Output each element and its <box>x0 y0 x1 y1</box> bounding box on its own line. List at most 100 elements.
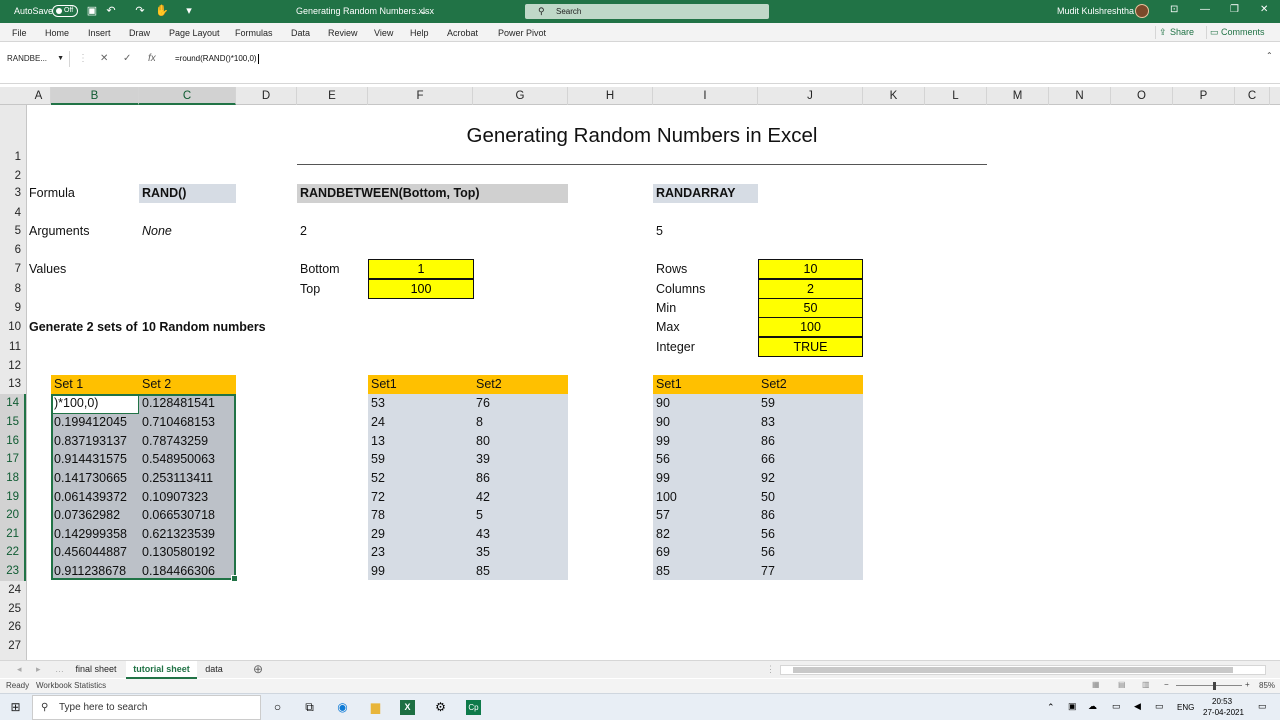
table-cell[interactable]: 100 <box>656 488 677 507</box>
formula-input[interactable]: =round(RAND()*100,0) <box>175 51 259 67</box>
tab-view[interactable]: View <box>374 28 393 38</box>
column-header[interactable]: J <box>758 87 863 105</box>
autosave-toggle[interactable]: Off <box>52 5 78 17</box>
zoom-in-icon[interactable]: + <box>1245 680 1250 689</box>
column-heading[interactable]: Set2 <box>476 375 502 394</box>
table-cell[interactable]: 56 <box>761 543 775 562</box>
rand-args-cell[interactable]: None <box>142 222 172 241</box>
search-box[interactable]: ⚲ Search <box>525 4 769 19</box>
row-header[interactable]: 14 <box>0 394 26 413</box>
randarray-name-cell[interactable]: RANDARRAY <box>653 184 758 203</box>
table-cell[interactable]: 50 <box>761 488 775 507</box>
redo-icon[interactable]: ↷ <box>134 5 146 17</box>
file-explorer-icon[interactable]: ▆ <box>368 700 383 715</box>
insert-function-icon[interactable]: fx <box>148 51 156 67</box>
row-header[interactable]: 18 <box>0 469 26 488</box>
table-cell[interactable]: 85 <box>656 562 670 581</box>
max-value-cell[interactable]: 100 <box>758 317 863 337</box>
table-cell[interactable]: 57 <box>656 506 670 525</box>
settings-gear-icon[interactable]: ⚙ <box>433 700 448 715</box>
rows-label[interactable]: Rows <box>656 260 687 279</box>
table-cell[interactable]: 99 <box>656 469 670 488</box>
table-cell[interactable]: 78 <box>371 506 385 525</box>
table-cell[interactable]: 43 <box>476 525 490 544</box>
table-cell[interactable]: 99 <box>656 432 670 451</box>
task-view-icon[interactable]: ⧉ <box>302 700 317 715</box>
column-header[interactable]: P <box>1173 87 1235 105</box>
battery-icon[interactable]: ▭ <box>1155 701 1164 712</box>
table-cell[interactable]: 90 <box>656 413 670 432</box>
column-heading[interactable]: Set1 <box>656 375 682 394</box>
generate-label[interactable]: Generate 2 sets of <box>29 318 137 337</box>
row-header[interactable]: 19 <box>0 488 26 507</box>
name-box[interactable]: RANDBE... ▼ <box>4 51 70 67</box>
table-cell[interactable]: 8 <box>476 413 483 432</box>
network-icon[interactable]: ▭ <box>1112 701 1121 712</box>
column-header[interactable]: B <box>51 87 139 105</box>
table-cell[interactable]: 23 <box>371 543 385 562</box>
arguments-label[interactable]: Arguments <box>29 222 89 241</box>
tab-formulas[interactable]: Formulas <box>235 28 273 38</box>
restore-icon[interactable]: ❐ <box>1230 4 1239 15</box>
collapse-formula-bar-icon[interactable]: ⌃ <box>1266 51 1273 60</box>
table-cell[interactable]: 52 <box>371 469 385 488</box>
tab-acrobat[interactable]: Acrobat <box>447 28 478 38</box>
min-label[interactable]: Min <box>656 299 676 318</box>
taskbar-search[interactable]: ⚲ Type here to search <box>32 695 261 720</box>
column-header[interactable]: A <box>27 87 51 105</box>
table-cell[interactable]: 59 <box>761 394 775 413</box>
top-value-cell[interactable]: 100 <box>368 279 474 299</box>
column-heading[interactable]: Set 1 <box>54 375 83 394</box>
row-header[interactable]: 6 <box>0 241 26 260</box>
row-header[interactable]: 12 <box>0 357 26 376</box>
table-cell[interactable]: 80 <box>476 432 490 451</box>
row-header[interactable]: 20 <box>0 506 26 525</box>
table-cell[interactable]: 86 <box>761 506 775 525</box>
table-cell[interactable]: 42 <box>476 488 490 507</box>
avatar[interactable] <box>1135 4 1149 18</box>
formula-label[interactable]: Formula <box>29 184 75 203</box>
sheet-options-icon[interactable]: ⋮ <box>766 664 775 675</box>
row-header[interactable]: 26 <box>0 618 26 637</box>
table-cell[interactable]: 13 <box>371 432 385 451</box>
row-header[interactable]: 27 <box>0 637 26 656</box>
tab-file[interactable]: File <box>12 28 27 38</box>
table-cell[interactable]: 35 <box>476 543 490 562</box>
save-icon[interactable]: ▣ <box>86 5 98 17</box>
row-header[interactable]: 5 <box>0 222 26 241</box>
sheet-tab-data[interactable]: data <box>198 661 230 679</box>
table-cell[interactable]: 86 <box>761 432 775 451</box>
cancel-icon[interactable]: ✕ <box>100 51 108 67</box>
undo-icon[interactable]: ↶ <box>105 5 117 17</box>
column-header[interactable]: D <box>236 87 297 105</box>
row-header[interactable]: 17 <box>0 450 26 469</box>
row-header[interactable]: 22 <box>0 543 26 562</box>
column-heading[interactable]: Set1 <box>371 375 397 394</box>
column-header[interactable]: I <box>653 87 758 105</box>
page-break-view-icon[interactable]: ▥ <box>1142 680 1150 689</box>
tab-power-pivot[interactable]: Power Pivot <box>498 28 546 38</box>
column-header[interactable]: K <box>863 87 925 105</box>
tab-page-layout[interactable]: Page Layout <box>169 28 220 38</box>
clock-time[interactable]: 20:53 <box>1212 697 1232 706</box>
table-cell[interactable]: 5 <box>476 506 483 525</box>
notifications-icon[interactable]: ▭ <box>1258 701 1267 712</box>
tab-draw[interactable]: Draw <box>129 28 150 38</box>
table-cell[interactable]: 85 <box>476 562 490 581</box>
bottom-label[interactable]: Bottom <box>300 260 340 279</box>
column-header[interactable]: E <box>297 87 368 105</box>
volume-icon[interactable]: ◀ <box>1134 701 1141 712</box>
sheet-title[interactable]: Generating Random Numbers in Excel <box>297 124 987 148</box>
table-cell[interactable]: 69 <box>656 543 670 562</box>
tab-data[interactable]: Data <box>291 28 310 38</box>
chevron-down-icon[interactable]: ▼ <box>57 51 64 67</box>
row-header[interactable]: 23 <box>0 562 26 581</box>
scrollbar-thumb[interactable] <box>793 667 1233 673</box>
row-header[interactable]: 1 <box>0 148 26 167</box>
column-header[interactable]: F <box>368 87 473 105</box>
cortana-icon[interactable]: ○ <box>270 700 285 715</box>
more-sheets-icon[interactable]: … <box>55 664 64 674</box>
table-cell[interactable]: 86 <box>476 469 490 488</box>
column-header[interactable]: L <box>925 87 987 105</box>
column-header[interactable]: N <box>1049 87 1111 105</box>
